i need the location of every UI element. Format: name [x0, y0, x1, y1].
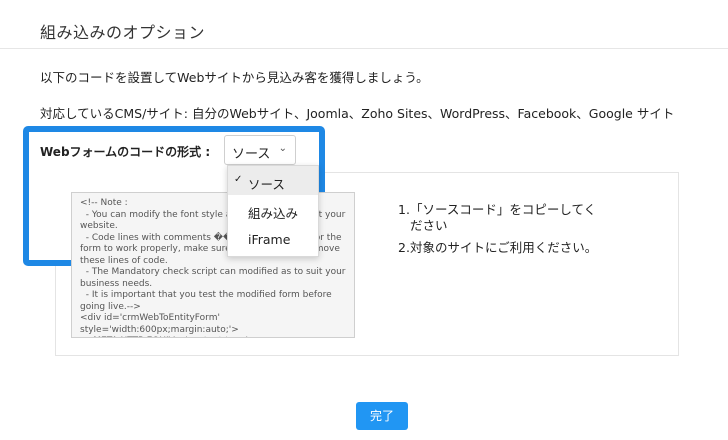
dialog-title: 組み込みのオプション [40, 23, 206, 42]
title-divider [0, 48, 728, 49]
chevron-down-icon: ⌄ [278, 143, 287, 154]
supported-cms-text: 対応しているCMS/サイト: 自分のWebサイト、Joomla、Zoho Sit… [40, 106, 675, 121]
option-label: 組み込み [248, 206, 299, 221]
format-dropdown-menu: ✓ ソース 組み込み iFrame [227, 165, 319, 257]
format-option-iframe[interactable]: iFrame [228, 224, 318, 253]
intro-text: 以下のコードを設置してWebサイトから見込み客を獲得しましょう。 [40, 70, 429, 85]
instruction-step: 1. 「ソースコード」をコピーしてください [398, 202, 605, 234]
step-text: 「ソースコード」をコピーしてください [410, 202, 597, 233]
done-button[interactable]: 完了 [356, 402, 408, 430]
option-label: iFrame [248, 232, 291, 247]
format-option-embed[interactable]: 組み込み [228, 195, 318, 224]
check-icon: ✓ [234, 174, 243, 185]
step-number: 1. [398, 202, 410, 217]
instructions: 1. 「ソースコード」をコピーしてください 2. 対象のサイトにご利用ください。 [398, 202, 605, 262]
format-select[interactable]: ソース ⌄ [224, 135, 296, 165]
option-label: ソース [248, 177, 285, 192]
instruction-step: 2. 対象のサイトにご利用ください。 [398, 240, 605, 256]
step-number: 2. [398, 240, 410, 255]
format-option-source[interactable]: ✓ ソース [228, 166, 318, 195]
format-label: Webフォームのコードの形式 : [40, 145, 211, 159]
format-select-value: ソース [232, 147, 271, 162]
step-text: 対象のサイトにご利用ください。 [410, 240, 598, 255]
